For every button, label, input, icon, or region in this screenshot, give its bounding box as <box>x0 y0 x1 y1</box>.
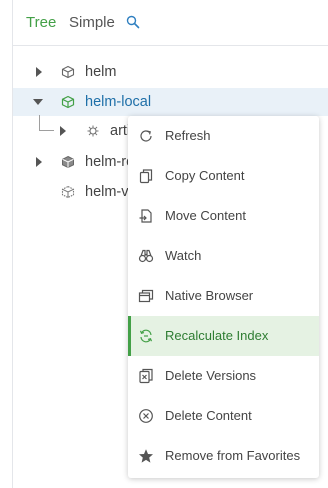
tree-node-helm[interactable]: helm <box>13 58 328 86</box>
menu-item-label: Watch <box>165 248 202 263</box>
tree-node-helm-virtual[interactable]: helm-virtual <box>13 178 128 206</box>
search-icon[interactable] <box>126 15 140 29</box>
browser-icon <box>138 289 154 303</box>
menu-item-label: Copy Content <box>165 168 245 183</box>
delete-versions-icon <box>139 368 153 384</box>
tab-tree[interactable]: Tree <box>26 14 56 31</box>
tree-node-helm-remote[interactable]: helm-remote <box>13 148 128 176</box>
menu-item-delete-content[interactable]: Delete Content <box>128 396 319 436</box>
tree-node-helm-local[interactable]: helm-local <box>13 88 328 116</box>
star-icon <box>139 449 153 463</box>
refresh-icon <box>140 130 152 142</box>
package-icon <box>61 95 75 109</box>
tree-node-label: helm <box>85 64 117 80</box>
menu-item-copy-content[interactable]: Copy Content <box>128 156 319 196</box>
expand-arrow-icon[interactable] <box>60 126 66 136</box>
menu-item-label: Delete Versions <box>165 368 257 383</box>
expand-arrow-icon[interactable] <box>36 157 42 167</box>
menu-item-move-content[interactable]: Move Content <box>128 196 319 236</box>
menu-item-label: Native Browser <box>165 288 254 303</box>
menu-item-watch[interactable]: Watch <box>128 236 319 276</box>
tree-node-label: helm-local <box>85 94 152 110</box>
expand-arrow-icon[interactable] <box>36 67 42 77</box>
menu-item-recalculate-index[interactable]: Recalculate Index <box>128 316 319 356</box>
tree-node-label: helm-virtual <box>85 184 128 200</box>
menu-item-label: Remove from Favorites <box>165 448 301 463</box>
context-menu: Refresh Copy Content Move Content Watch … <box>128 116 319 478</box>
copy-icon <box>139 169 153 184</box>
tree-node-artifacts[interactable]: artifacts <box>13 117 128 145</box>
menu-item-remove-from-favorites[interactable]: Remove from Favorites <box>128 436 319 476</box>
menu-item-label: Recalculate Index <box>165 328 269 343</box>
tree-node-label: artifacts <box>110 123 128 139</box>
tree-node-label: helm-remote <box>85 154 128 170</box>
recalculate-icon <box>139 329 153 343</box>
tab-simple[interactable]: Simple <box>69 14 115 31</box>
tree-tabs: Tree Simple <box>12 0 328 46</box>
package-icon <box>61 65 75 79</box>
chart-folder-icon <box>87 125 99 137</box>
collapse-arrow-icon[interactable] <box>33 99 43 105</box>
menu-item-refresh[interactable]: Refresh <box>128 116 319 156</box>
delete-content-icon <box>139 409 153 423</box>
remote-repo-icon <box>62 155 74 169</box>
move-icon <box>139 209 152 223</box>
virtual-repo-icon <box>61 185 75 199</box>
menu-item-native-browser[interactable]: Native Browser <box>128 276 319 316</box>
menu-item-label: Refresh <box>165 128 211 143</box>
binoculars-icon <box>138 249 154 263</box>
menu-item-label: Move Content <box>165 208 246 223</box>
menu-item-label: Delete Content <box>165 408 252 423</box>
menu-item-delete-versions[interactable]: Delete Versions <box>128 356 319 396</box>
